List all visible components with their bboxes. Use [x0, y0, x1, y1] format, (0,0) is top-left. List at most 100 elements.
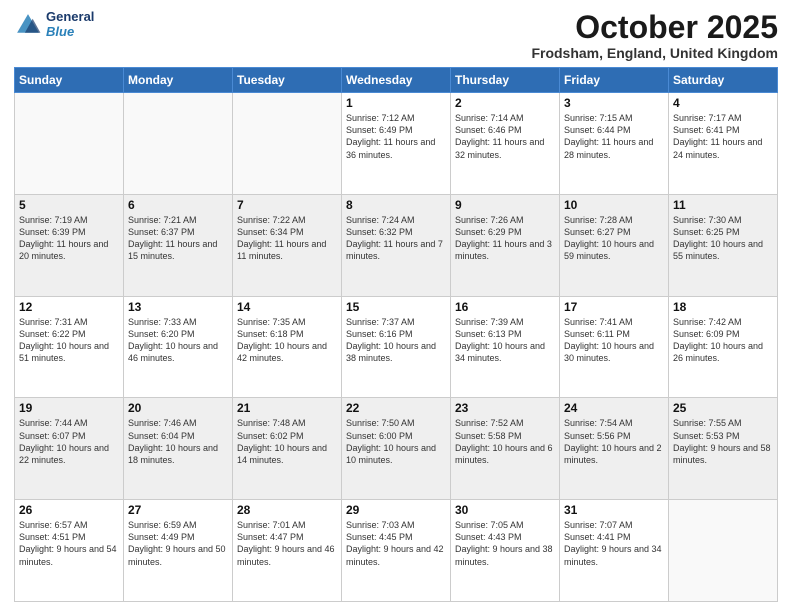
calendar-cell: 26Sunrise: 6:57 AM Sunset: 4:51 PM Dayli…	[15, 500, 124, 602]
cell-details: Sunrise: 7:07 AM Sunset: 4:41 PM Dayligh…	[564, 519, 664, 568]
cell-details: Sunrise: 7:35 AM Sunset: 6:18 PM Dayligh…	[237, 316, 337, 365]
cell-details: Sunrise: 7:03 AM Sunset: 4:45 PM Dayligh…	[346, 519, 446, 568]
day-number: 23	[455, 401, 555, 415]
calendar-cell: 19 Sunrise: 7:44 AM Sunset: 6:07 PM Dayli…	[15, 398, 124, 500]
day-number: 27	[128, 503, 228, 517]
calendar-cell: 2Sunrise: 7:14 AM Sunset: 6:46 PM Daylig…	[451, 93, 560, 195]
logo: General Blue	[14, 10, 94, 40]
day-number: 19	[19, 401, 119, 415]
cell-details: Sunrise: 7:48 AM Sunset: 6:02 PM Dayligh…	[237, 417, 337, 466]
cell-details: Sunrise: 7:54 AM Sunset: 5:56 PM Dayligh…	[564, 417, 664, 466]
calendar-header-row: SundayMondayTuesdayWednesdayThursdayFrid…	[15, 68, 778, 93]
day-number: 29	[346, 503, 446, 517]
cell-details: Sunrise: 7:41 AM Sunset: 6:11 PM Dayligh…	[564, 316, 664, 365]
calendar-cell: 6 Sunrise: 7:21 AM Sunset: 6:37 PM Daylig…	[124, 194, 233, 296]
calendar-cell: 18 Sunrise: 7:42 AM Sunset: 6:09 PM Dayli…	[669, 296, 778, 398]
calendar-cell: 25Sunrise: 7:55 AM Sunset: 5:53 PM Dayli…	[669, 398, 778, 500]
location: Frodsham, England, United Kingdom	[531, 45, 778, 61]
calendar-cell	[124, 93, 233, 195]
logo-text: General Blue	[46, 10, 94, 40]
calendar-cell: 20 Sunrise: 7:46 AM Sunset: 6:04 PM Dayli…	[124, 398, 233, 500]
cell-details: Sunrise: 7:30 AM Sunset: 6:25 PM Dayligh…	[673, 214, 773, 263]
title-block: October 2025 Frodsham, England, United K…	[531, 10, 778, 61]
page: General Blue October 2025 Frodsham, Engl…	[0, 0, 792, 612]
cell-details: Sunrise: 7:37 AM Sunset: 6:16 PM Dayligh…	[346, 316, 446, 365]
cell-details: Sunrise: 7:52 AM Sunset: 5:58 PM Dayligh…	[455, 417, 555, 466]
calendar-cell: 29 Sunrise: 7:03 AM Sunset: 4:45 PM Dayli…	[342, 500, 451, 602]
day-number: 6	[128, 198, 228, 212]
day-header-sunday: Sunday	[15, 68, 124, 93]
day-number: 18	[673, 300, 773, 314]
calendar-cell: 23 Sunrise: 7:52 AM Sunset: 5:58 PM Dayli…	[451, 398, 560, 500]
calendar-cell: 3Sunrise: 7:15 AM Sunset: 6:44 PM Daylig…	[560, 93, 669, 195]
day-number: 10	[564, 198, 664, 212]
calendar-week-row: 19 Sunrise: 7:44 AM Sunset: 6:07 PM Dayli…	[15, 398, 778, 500]
calendar-cell: 5Sunrise: 7:19 AM Sunset: 6:39 PM Daylig…	[15, 194, 124, 296]
cell-details: Sunrise: 7:19 AM Sunset: 6:39 PM Dayligh…	[19, 214, 119, 263]
day-number: 20	[128, 401, 228, 415]
calendar-cell: 11Sunrise: 7:30 AM Sunset: 6:25 PM Dayli…	[669, 194, 778, 296]
calendar-cell: 12Sunrise: 7:31 AM Sunset: 6:22 PM Dayli…	[15, 296, 124, 398]
cell-details: Sunrise: 7:26 AM Sunset: 6:29 PM Dayligh…	[455, 214, 555, 263]
day-number: 7	[237, 198, 337, 212]
calendar-cell: 21Sunrise: 7:48 AM Sunset: 6:02 PM Dayli…	[233, 398, 342, 500]
calendar-cell: 28 Sunrise: 7:01 AM Sunset: 4:47 PM Dayli…	[233, 500, 342, 602]
cell-details: Sunrise: 6:59 AM Sunset: 4:49 PM Dayligh…	[128, 519, 228, 568]
day-number: 12	[19, 300, 119, 314]
day-number: 31	[564, 503, 664, 517]
day-number: 14	[237, 300, 337, 314]
day-number: 1	[346, 96, 446, 110]
calendar-cell: 22Sunrise: 7:50 AM Sunset: 6:00 PM Dayli…	[342, 398, 451, 500]
day-number: 13	[128, 300, 228, 314]
calendar-cell: 16 Sunrise: 7:39 AM Sunset: 6:13 PM Dayli…	[451, 296, 560, 398]
calendar-cell: 1 Sunrise: 7:12 AM Sunset: 6:49 PM Daylig…	[342, 93, 451, 195]
calendar-week-row: 5Sunrise: 7:19 AM Sunset: 6:39 PM Daylig…	[15, 194, 778, 296]
day-header-thursday: Thursday	[451, 68, 560, 93]
calendar-week-row: 1 Sunrise: 7:12 AM Sunset: 6:49 PM Daylig…	[15, 93, 778, 195]
cell-details: Sunrise: 7:46 AM Sunset: 6:04 PM Dayligh…	[128, 417, 228, 466]
calendar-cell: 10Sunrise: 7:28 AM Sunset: 6:27 PM Dayli…	[560, 194, 669, 296]
calendar-cell: 15Sunrise: 7:37 AM Sunset: 6:16 PM Dayli…	[342, 296, 451, 398]
calendar-cell: 24 Sunrise: 7:54 AM Sunset: 5:56 PM Dayli…	[560, 398, 669, 500]
day-number: 24	[564, 401, 664, 415]
day-number: 4	[673, 96, 773, 110]
header: General Blue October 2025 Frodsham, Engl…	[14, 10, 778, 61]
cell-details: Sunrise: 7:33 AM Sunset: 6:20 PM Dayligh…	[128, 316, 228, 365]
calendar-cell	[15, 93, 124, 195]
calendar-cell: 8Sunrise: 7:24 AM Sunset: 6:32 PM Daylig…	[342, 194, 451, 296]
calendar-cell: 7 Sunrise: 7:22 AM Sunset: 6:34 PM Daylig…	[233, 194, 342, 296]
calendar-cell: 14 Sunrise: 7:35 AM Sunset: 6:18 PM Dayli…	[233, 296, 342, 398]
month-title: October 2025	[531, 10, 778, 45]
day-number: 25	[673, 401, 773, 415]
cell-details: Sunrise: 7:39 AM Sunset: 6:13 PM Dayligh…	[455, 316, 555, 365]
calendar-cell	[233, 93, 342, 195]
day-header-saturday: Saturday	[669, 68, 778, 93]
cell-details: Sunrise: 7:21 AM Sunset: 6:37 PM Dayligh…	[128, 214, 228, 263]
day-header-friday: Friday	[560, 68, 669, 93]
day-header-wednesday: Wednesday	[342, 68, 451, 93]
calendar-cell: 4Sunrise: 7:17 AM Sunset: 6:41 PM Daylig…	[669, 93, 778, 195]
calendar-cell: 31 Sunrise: 7:07 AM Sunset: 4:41 PM Dayli…	[560, 500, 669, 602]
calendar-cell: 27 Sunrise: 6:59 AM Sunset: 4:49 PM Dayli…	[124, 500, 233, 602]
calendar-cell: 9Sunrise: 7:26 AM Sunset: 6:29 PM Daylig…	[451, 194, 560, 296]
logo-icon	[14, 11, 42, 39]
calendar-cell	[669, 500, 778, 602]
day-number: 26	[19, 503, 119, 517]
calendar-week-row: 12Sunrise: 7:31 AM Sunset: 6:22 PM Dayli…	[15, 296, 778, 398]
cell-details: Sunrise: 7:44 AM Sunset: 6:07 PM Dayligh…	[19, 417, 119, 466]
calendar-week-row: 26Sunrise: 6:57 AM Sunset: 4:51 PM Dayli…	[15, 500, 778, 602]
cell-details: Sunrise: 7:01 AM Sunset: 4:47 PM Dayligh…	[237, 519, 337, 568]
calendar-cell: 17 Sunrise: 7:41 AM Sunset: 6:11 PM Dayli…	[560, 296, 669, 398]
calendar-cell: 13 Sunrise: 7:33 AM Sunset: 6:20 PM Dayli…	[124, 296, 233, 398]
day-header-monday: Monday	[124, 68, 233, 93]
cell-details: Sunrise: 7:42 AM Sunset: 6:09 PM Dayligh…	[673, 316, 773, 365]
day-number: 16	[455, 300, 555, 314]
day-header-tuesday: Tuesday	[233, 68, 342, 93]
cell-details: Sunrise: 7:12 AM Sunset: 6:49 PM Dayligh…	[346, 112, 446, 161]
day-number: 17	[564, 300, 664, 314]
cell-details: Sunrise: 7:22 AM Sunset: 6:34 PM Dayligh…	[237, 214, 337, 263]
day-number: 30	[455, 503, 555, 517]
day-number: 28	[237, 503, 337, 517]
cell-details: Sunrise: 7:50 AM Sunset: 6:00 PM Dayligh…	[346, 417, 446, 466]
day-number: 8	[346, 198, 446, 212]
